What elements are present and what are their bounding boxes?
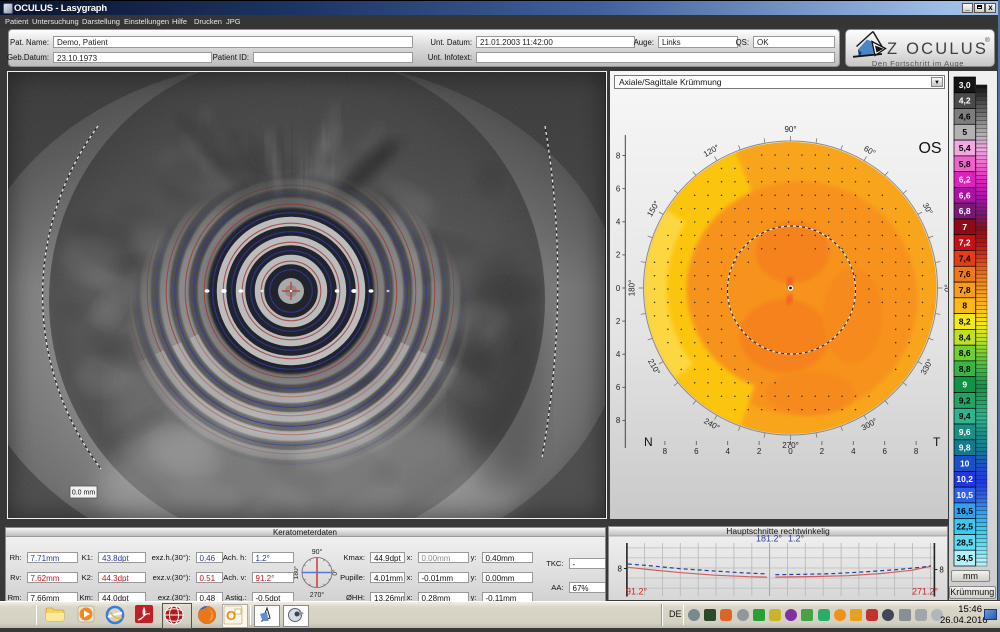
svg-text:4: 4 <box>851 447 856 456</box>
svg-text:6: 6 <box>882 447 887 456</box>
svg-text:4: 4 <box>616 218 621 227</box>
svg-text:5,4: 5,4 <box>959 143 971 153</box>
svg-text:2: 2 <box>616 251 621 260</box>
svg-text:28,5: 28,5 <box>956 537 973 547</box>
svg-text:9: 9 <box>962 380 967 390</box>
svg-text:Den Fortschritt im Auge: Den Fortschritt im Auge <box>872 59 964 68</box>
svg-text:2: 2 <box>616 317 621 326</box>
svg-text:6: 6 <box>616 185 621 194</box>
svg-text:N: N <box>644 435 653 449</box>
svg-text:2: 2 <box>820 447 825 456</box>
svg-text:6: 6 <box>616 383 621 392</box>
svg-text:34,5: 34,5 <box>956 553 973 563</box>
svg-text:T: T <box>933 435 941 449</box>
svg-text:0.0 mm: 0.0 mm <box>72 490 96 497</box>
svg-text:10,2: 10,2 <box>956 474 973 484</box>
svg-text:4,2: 4,2 <box>959 96 971 106</box>
svg-text:90°: 90° <box>784 125 796 134</box>
svg-text:7,8: 7,8 <box>959 285 971 295</box>
svg-text:5: 5 <box>962 127 967 137</box>
svg-text:1.2°: 1.2° <box>788 534 805 544</box>
svg-text:®: ® <box>985 36 990 44</box>
svg-text:8: 8 <box>616 151 621 160</box>
svg-text:180°: 180° <box>628 280 637 297</box>
svg-text:270°: 270° <box>310 591 325 598</box>
svg-text:4: 4 <box>725 447 730 456</box>
svg-text:10,5: 10,5 <box>956 490 973 500</box>
svg-text:0°: 0° <box>944 284 948 292</box>
svg-text:4: 4 <box>616 350 621 359</box>
svg-text:8: 8 <box>962 301 967 311</box>
svg-text:22,5: 22,5 <box>956 522 973 532</box>
svg-text:6,8: 6,8 <box>959 206 971 216</box>
svg-text:271.2°: 271.2° <box>912 587 939 597</box>
svg-text:6: 6 <box>694 447 699 456</box>
svg-text:90°: 90° <box>312 548 323 556</box>
svg-text:8,8: 8,8 <box>959 364 971 374</box>
svg-text:9,2: 9,2 <box>959 395 971 405</box>
svg-text:3,0: 3,0 <box>959 80 971 90</box>
svg-text:7,2: 7,2 <box>959 238 971 248</box>
svg-text:6,6: 6,6 <box>959 190 971 200</box>
svg-text:0: 0 <box>788 447 793 456</box>
svg-text:181.2°: 181.2° <box>756 534 783 544</box>
svg-text:8,2: 8,2 <box>959 317 971 327</box>
svg-text:8,6: 8,6 <box>959 348 971 358</box>
svg-text:9,4: 9,4 <box>959 411 971 421</box>
svg-text:9,8: 9,8 <box>959 443 971 453</box>
svg-text:8: 8 <box>663 447 668 456</box>
svg-text:0°: 0° <box>331 569 339 576</box>
svg-text:8: 8 <box>939 566 944 575</box>
svg-text:7,4: 7,4 <box>959 253 971 263</box>
svg-text:8: 8 <box>616 416 621 425</box>
svg-text:10: 10 <box>960 459 970 469</box>
svg-text:180°: 180° <box>294 565 300 579</box>
svg-text:2: 2 <box>757 447 762 456</box>
svg-text:0: 0 <box>616 284 621 293</box>
svg-text:16,5: 16,5 <box>956 506 973 516</box>
svg-text:8,4: 8,4 <box>959 332 971 342</box>
svg-text:O: O <box>226 608 236 623</box>
svg-text:5,8: 5,8 <box>959 159 971 169</box>
svg-text:7,6: 7,6 <box>959 269 971 279</box>
svg-text:Z OCULUS: Z OCULUS <box>887 40 988 58</box>
svg-text:OS: OS <box>918 140 941 157</box>
svg-text:4,6: 4,6 <box>959 111 971 121</box>
svg-text:6,2: 6,2 <box>959 175 971 185</box>
svg-text:8: 8 <box>914 447 919 456</box>
svg-text:7: 7 <box>962 222 967 232</box>
svg-text:9,6: 9,6 <box>959 427 971 437</box>
svg-text:8: 8 <box>617 565 622 574</box>
svg-text:91.2°: 91.2° <box>626 587 648 597</box>
